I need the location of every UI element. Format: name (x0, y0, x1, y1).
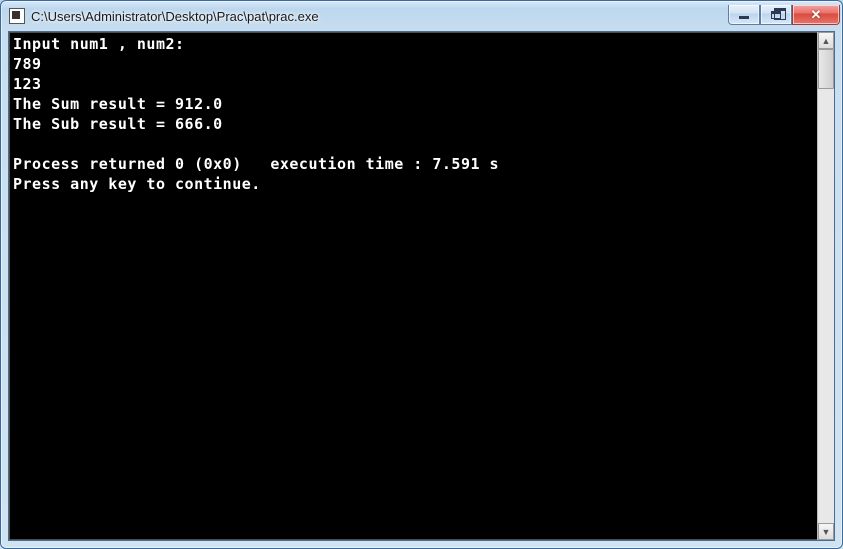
chevron-down-icon: ▼ (822, 527, 831, 537)
console-line: 123 (13, 75, 42, 93)
console-line: Process returned 0 (0x0) execution time … (13, 155, 499, 173)
scroll-track[interactable] (818, 49, 834, 523)
close-icon: ✕ (811, 8, 822, 21)
close-button[interactable]: ✕ (792, 5, 840, 25)
console-line: The Sum result = 912.0 (13, 95, 223, 113)
client-area: Input num1 , num2: 789 123 The Sum resul… (8, 31, 835, 541)
app-icon (9, 8, 25, 24)
scroll-up-button[interactable]: ▲ (818, 32, 834, 49)
console-line: Press any key to continue. (13, 175, 261, 193)
minimize-icon (739, 16, 749, 19)
minimize-button[interactable] (728, 5, 760, 25)
maximize-button[interactable] (760, 5, 792, 25)
scroll-thumb[interactable] (818, 49, 834, 89)
window-controls: ✕ (728, 5, 840, 25)
maximize-icon (771, 11, 781, 19)
console-line: Input num1 , num2: (13, 35, 185, 53)
console-line: 789 (13, 55, 42, 73)
titlebar[interactable]: C:\Users\Administrator\Desktop\Prac\pat\… (1, 1, 842, 31)
console-output[interactable]: Input num1 , num2: 789 123 The Sum resul… (9, 32, 817, 540)
window-title: C:\Users\Administrator\Desktop\Prac\pat\… (31, 9, 728, 24)
console-line: The Sub result = 666.0 (13, 115, 223, 133)
vertical-scrollbar[interactable]: ▲ ▼ (817, 32, 834, 540)
console-window: C:\Users\Administrator\Desktop\Prac\pat\… (0, 0, 843, 549)
chevron-up-icon: ▲ (822, 36, 831, 46)
scroll-down-button[interactable]: ▼ (818, 523, 834, 540)
